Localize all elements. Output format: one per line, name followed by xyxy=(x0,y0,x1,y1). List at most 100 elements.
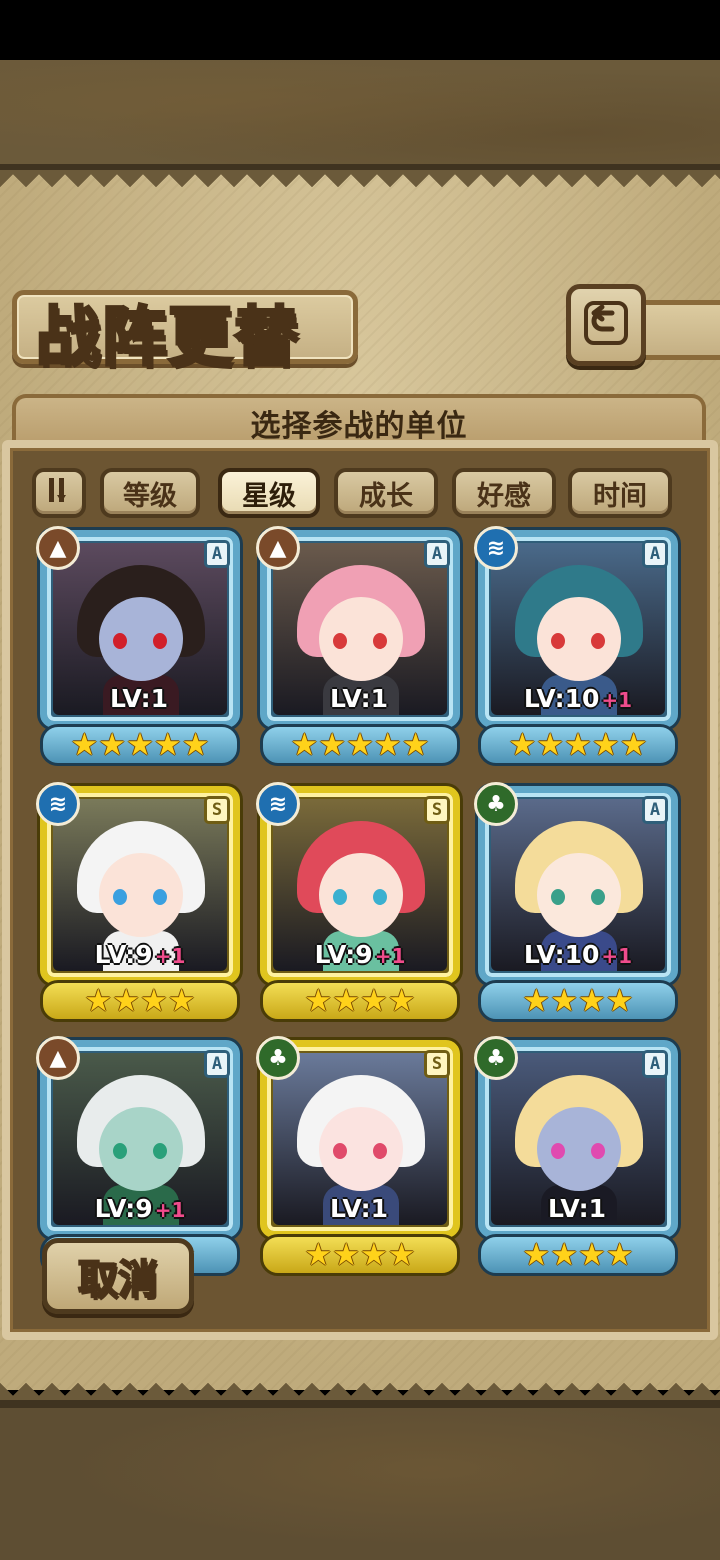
unit-level-value: LV:1 xyxy=(547,1194,607,1223)
star-icon: ★ xyxy=(98,726,127,763)
star-rating: ★★★★ xyxy=(260,1234,460,1276)
star-icon: ★ xyxy=(373,726,402,763)
unit-card[interactable]: S ≋ LV:9 +1 ★ ★ ★ ★ xyxy=(256,782,460,1022)
unit-card[interactable]: S ≋ LV:9 +1 ★ ★ ★ ★ xyxy=(36,782,240,1022)
star-icon: ★ xyxy=(360,982,388,1019)
star-icon: ★ xyxy=(318,726,347,763)
unit-level-value: LV:1 xyxy=(329,684,389,713)
star-icon: ★ xyxy=(550,1236,578,1273)
sort-tab-time[interactable]: 时间 xyxy=(568,468,672,518)
star-icon: ★ xyxy=(591,726,620,763)
earth-element-icon: ▲ xyxy=(36,1036,80,1080)
star-icon: ★ xyxy=(112,982,140,1019)
unit-level: LV:1 xyxy=(478,1194,678,1223)
unit-card[interactable]: A ▲ LV:1 ★ ★ ★ ★ ★ xyxy=(256,526,460,766)
star-icon: ★ xyxy=(304,982,333,1019)
wood-element-icon: ♣ xyxy=(474,1036,518,1080)
unit-level: LV:9 +1 xyxy=(40,1194,240,1223)
sort-order-toggle[interactable] xyxy=(32,468,86,518)
unit-level-value: LV:10 xyxy=(523,940,600,969)
torn-edge-top xyxy=(0,170,720,196)
star-icon: ★ xyxy=(522,982,551,1019)
star-icon: ★ xyxy=(153,726,182,763)
unit-level: LV:1 xyxy=(260,1194,460,1223)
rank-badge: S xyxy=(424,796,450,824)
unit-level-bonus: +1 xyxy=(601,944,633,968)
star-rating: ★★★★ xyxy=(260,980,460,1022)
star-icon: ★ xyxy=(290,726,319,763)
sort-order-icon xyxy=(46,475,72,512)
water-element-icon: ≋ xyxy=(256,782,300,826)
star-icon: ★ xyxy=(619,726,648,763)
sort-tab-affection[interactable]: 好感 xyxy=(452,468,556,518)
wood-element-icon: ♣ xyxy=(256,1036,300,1080)
sort-tab-star[interactable]: 星级 xyxy=(218,468,320,518)
unit-level-value: LV:1 xyxy=(109,684,169,713)
unit-level: LV:10 +1 xyxy=(478,684,678,713)
star-rating: ★★★★ xyxy=(478,980,678,1022)
unit-level-bonus: +1 xyxy=(154,944,186,968)
unit-level: LV:1 xyxy=(40,684,240,713)
star-icon: ★ xyxy=(605,1236,634,1273)
unit-card[interactable]: A ≋ LV:10 +1 ★ ★ ★ ★ ★ xyxy=(474,526,678,766)
map-background-top xyxy=(0,60,720,170)
star-icon: ★ xyxy=(332,982,360,1019)
unit-level-bonus: +1 xyxy=(154,1198,186,1222)
star-icon: ★ xyxy=(550,982,578,1019)
star-icon: ★ xyxy=(360,1236,388,1273)
rank-badge: S xyxy=(204,796,230,824)
star-icon: ★ xyxy=(564,726,592,763)
unit-level: LV:9 +1 xyxy=(40,940,240,969)
unit-level-bonus: +1 xyxy=(374,944,406,968)
sort-tab-level[interactable]: 等级 xyxy=(100,468,200,518)
water-element-icon: ≋ xyxy=(36,782,80,826)
unit-level: LV:10 +1 xyxy=(478,940,678,969)
cancel-button[interactable]: 取消 xyxy=(42,1238,194,1314)
star-icon: ★ xyxy=(126,726,154,763)
map-background-bottom xyxy=(0,1400,720,1560)
wood-element-icon: ♣ xyxy=(474,782,518,826)
rank-badge: A xyxy=(204,540,230,568)
unit-card[interactable]: A ▲ LV:1 ★ ★ ★ ★ ★ xyxy=(36,526,240,766)
rank-badge: S xyxy=(424,1050,450,1078)
unit-card[interactable]: A ♣ LV:1 ★ ★ ★ ★ xyxy=(474,1036,678,1276)
sort-tab-growth[interactable]: 成长 xyxy=(334,468,438,518)
rank-badge: A xyxy=(204,1050,230,1078)
rank-badge: A xyxy=(642,796,668,824)
back-button-tail xyxy=(640,300,720,360)
unit-level-value: LV:9 xyxy=(94,1194,153,1223)
star-rating: ★ ★ ★ ★ ★ xyxy=(260,724,460,766)
star-icon: ★ xyxy=(387,1236,416,1273)
unit-card[interactable]: S ♣ LV:1 ★ ★ ★ ★ xyxy=(256,1036,460,1276)
star-rating: ★★★★ xyxy=(478,1234,678,1276)
star-icon: ★ xyxy=(578,1236,606,1273)
unit-level-value: LV:1 xyxy=(329,1194,389,1223)
back-arrow-icon xyxy=(582,299,630,351)
star-icon: ★ xyxy=(140,982,168,1019)
earth-element-icon: ▲ xyxy=(256,526,300,570)
star-icon: ★ xyxy=(605,982,634,1019)
star-icon: ★ xyxy=(346,726,374,763)
star-icon: ★ xyxy=(332,1236,360,1273)
status-bar xyxy=(0,0,720,60)
water-element-icon: ≋ xyxy=(474,526,518,570)
back-button[interactable] xyxy=(566,284,646,366)
unit-card[interactable]: A ♣ LV:10 +1 ★ ★ ★ ★ xyxy=(474,782,678,1022)
star-icon: ★ xyxy=(522,1236,551,1273)
unit-level-value: LV:10 xyxy=(523,684,600,713)
torn-edge-bottom xyxy=(0,1374,720,1400)
page-title: 战阵更替 xyxy=(35,300,300,377)
star-icon: ★ xyxy=(304,1236,333,1273)
unit-level: LV:1 xyxy=(260,684,460,713)
star-icon: ★ xyxy=(70,726,99,763)
star-icon: ★ xyxy=(578,982,606,1019)
star-rating: ★ ★ ★ ★ ★ xyxy=(40,724,240,766)
rank-badge: A xyxy=(642,540,668,568)
unit-level-value: LV:9 xyxy=(314,940,373,969)
unit-level: LV:9 +1 xyxy=(260,940,460,969)
star-rating: ★★★★ xyxy=(40,980,240,1022)
star-icon: ★ xyxy=(536,726,565,763)
star-icon: ★ xyxy=(387,982,416,1019)
unit-level-value: LV:9 xyxy=(94,940,153,969)
star-rating: ★ ★ ★ ★ ★ xyxy=(478,724,678,766)
